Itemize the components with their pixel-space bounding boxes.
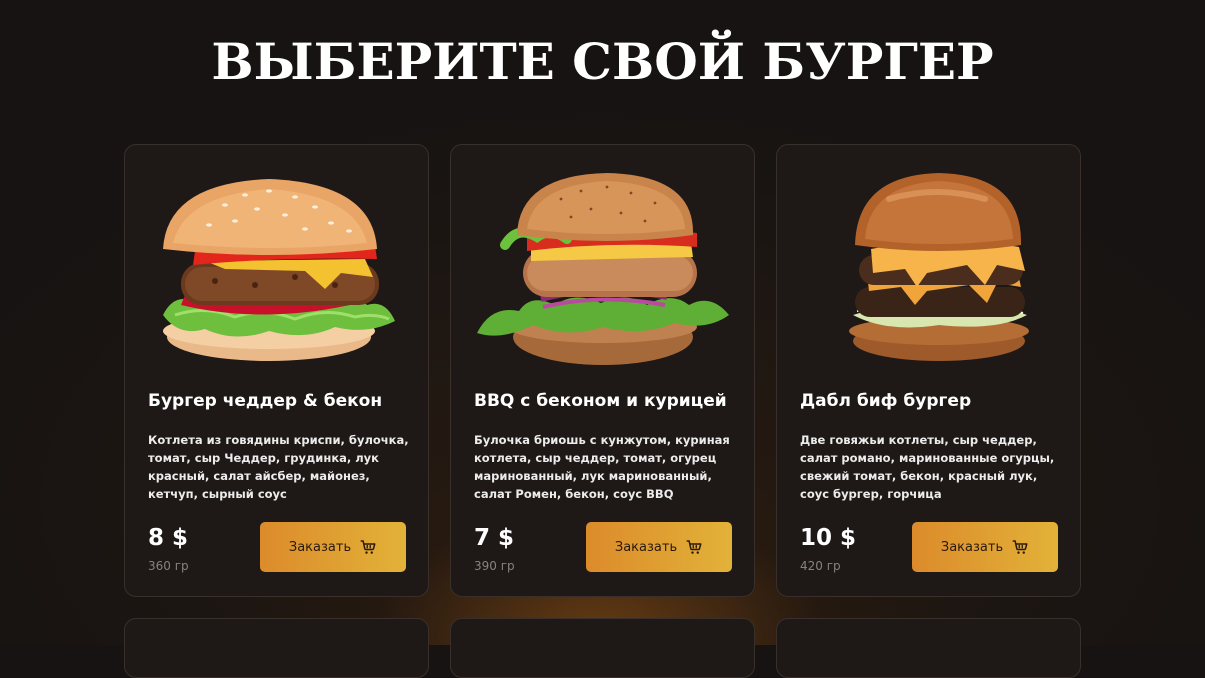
burger-image bbox=[797, 165, 1062, 365]
product-description: Две говяжьи котлеты, сыр чеддер, салат р… bbox=[800, 433, 1055, 501]
burger-image bbox=[471, 165, 736, 365]
product-weight: 390 гр bbox=[474, 559, 515, 573]
order-button[interactable]: Заказать bbox=[912, 522, 1058, 572]
product-card-bbq-chicken: BBQ с беконом и курицей Булочка бриошь с… bbox=[450, 144, 755, 597]
product-card-next-row bbox=[776, 618, 1081, 678]
product-card-next-row bbox=[124, 618, 429, 678]
order-button-label: Заказать bbox=[614, 539, 678, 555]
cart-icon bbox=[1011, 538, 1029, 556]
product-description: Котлета из говядины криспи, булочка, том… bbox=[148, 433, 409, 501]
product-weight: 420 гр bbox=[800, 559, 841, 573]
product-card-next-row bbox=[450, 618, 755, 678]
order-button[interactable]: Заказать bbox=[260, 522, 406, 572]
product-card-double-beef: Дабл биф бургер Две говяжьи котлеты, сыр… bbox=[776, 144, 1081, 597]
burger-image bbox=[145, 165, 410, 365]
order-button[interactable]: Заказать bbox=[586, 522, 732, 572]
cart-icon bbox=[685, 538, 703, 556]
product-price: 10 $ bbox=[800, 525, 857, 551]
product-weight: 360 гр bbox=[148, 559, 189, 573]
product-name: BBQ с беконом и курицей bbox=[474, 391, 727, 411]
product-card-cheddar-bacon: Бургер чеддер & бекон Котлета из говядин… bbox=[124, 144, 429, 597]
cart-icon bbox=[359, 538, 377, 556]
order-button-label: Заказать bbox=[940, 539, 1004, 555]
order-button-label: Заказать bbox=[288, 539, 352, 555]
product-price: 8 $ bbox=[148, 525, 189, 551]
page-title: ВЫБЕРИТЕ СВОЙ БУРГЕР bbox=[211, 32, 994, 91]
product-price: 7 $ bbox=[474, 525, 515, 551]
product-name: Дабл биф бургер bbox=[800, 391, 972, 411]
product-description: Булочка бриошь с кунжутом, куриная котле… bbox=[474, 433, 730, 501]
product-name: Бургер чеддер & бекон bbox=[148, 391, 383, 411]
